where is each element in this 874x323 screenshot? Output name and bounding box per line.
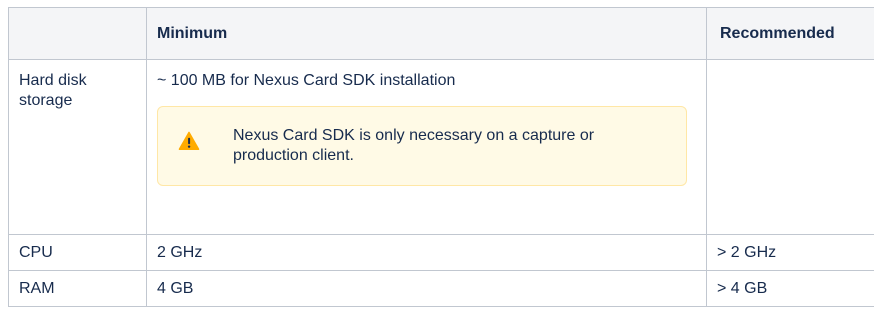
storage-minimum-text: ~ 100 MB for Nexus Card SDK installation xyxy=(157,72,456,89)
row-minimum-ram: 4 GB xyxy=(146,270,707,307)
header-empty-cell xyxy=(8,7,147,60)
warning-icon xyxy=(178,131,200,150)
row-label-cpu: CPU xyxy=(8,234,147,271)
row-recommended-ram: > 4 GB xyxy=(706,270,874,307)
row-recommended-cpu: > 2 GHz xyxy=(706,234,874,271)
row-minimum-cpu: 2 GHz xyxy=(146,234,707,271)
row-minimum-storage: ~ 100 MB for Nexus Card SDK installation… xyxy=(146,59,707,235)
warning-text: Nexus Card SDK is only necessary on a ca… xyxy=(233,127,595,164)
table-row: Hard disk storage ~ 100 MB for Nexus Car… xyxy=(8,59,874,235)
table-header-row: Minimum Recommended xyxy=(8,7,874,60)
header-recommended: Recommended xyxy=(706,7,874,60)
system-requirements-table: Minimum Recommended Hard disk storage ~ … xyxy=(8,7,874,307)
row-label-ram: RAM xyxy=(8,270,147,307)
table-row: RAM 4 GB > 4 GB xyxy=(8,270,874,307)
header-minimum: Minimum xyxy=(146,7,707,60)
row-label-storage: Hard disk storage xyxy=(8,59,147,235)
row-recommended-storage xyxy=(706,59,874,235)
table-row: CPU 2 GHz > 2 GHz xyxy=(8,234,874,271)
warning-panel: Nexus Card SDK is only necessary on a ca… xyxy=(157,106,687,186)
